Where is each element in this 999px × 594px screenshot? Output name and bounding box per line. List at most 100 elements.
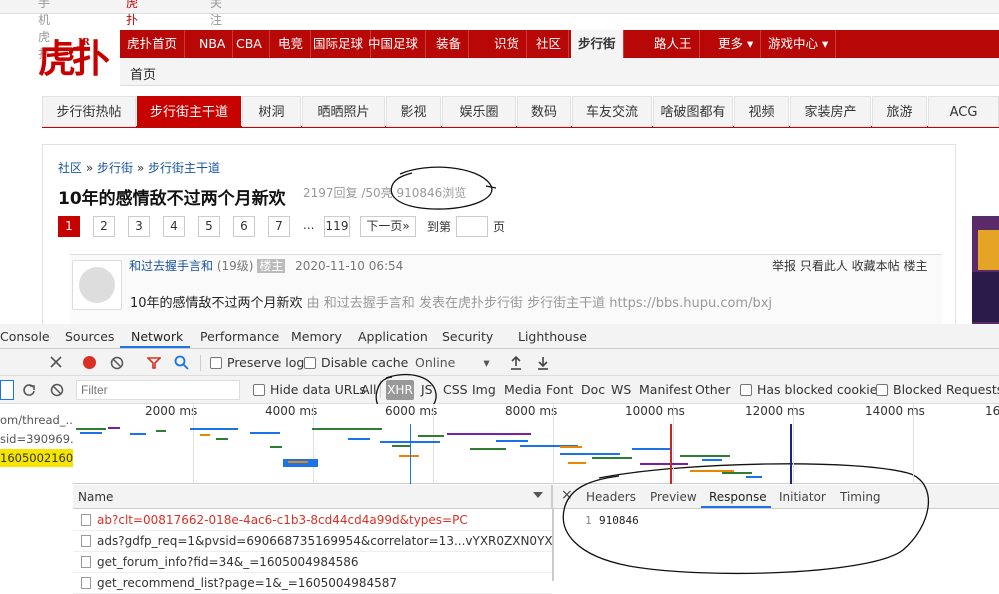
type-media[interactable]: Media: [504, 382, 542, 397]
nav-item[interactable]: 中国足球: [361, 30, 427, 58]
source-item[interactable]: sid=390969...: [0, 430, 73, 448]
tab-9[interactable]: 视频: [734, 96, 789, 127]
waterfall-bar: [418, 435, 444, 437]
request-name: get_forum_info?fid=34&_=1605004984586: [97, 555, 359, 569]
devtools-tab-application[interactable]: Application: [358, 329, 428, 344]
page-3-button[interactable]: 3: [128, 216, 150, 237]
page-4-button[interactable]: 4: [163, 216, 185, 237]
waterfall-bar: [156, 430, 166, 432]
nav-item[interactable]: NBA: [192, 30, 234, 58]
tab-11[interactable]: 旅游: [872, 96, 927, 127]
tab-5[interactable]: 娱乐圈: [442, 96, 516, 127]
request-row[interactable]: get_forum_info?fid=34&_=1605004984586: [73, 552, 552, 573]
sources-search-input[interactable]: [0, 380, 14, 400]
nav-item[interactable]: 步行街: [571, 30, 624, 58]
request-row[interactable]: ab?clt=00817662-018e-4ac6-c1b3-8cd44cd4a…: [73, 510, 552, 531]
devtools-tab-performance[interactable]: Performance: [200, 329, 279, 344]
nav-item[interactable]: 虎扑首页: [120, 30, 186, 58]
tab-10[interactable]: 家装房产: [790, 96, 871, 127]
type-ws[interactable]: WS: [611, 382, 631, 397]
blocked-requests-checkbox[interactable]: Blocked Requests: [876, 382, 999, 397]
tab-2[interactable]: 树洞: [242, 96, 301, 127]
breadcrumb-community[interactable]: 社区: [58, 161, 82, 175]
page-5-button[interactable]: 5: [198, 216, 220, 237]
breadcrumb-main[interactable]: 步行街主干道: [148, 161, 220, 175]
home-link[interactable]: 首页: [130, 64, 156, 83]
avatar[interactable]: [72, 260, 122, 310]
nav-item[interactable]: 识货: [487, 30, 528, 58]
tab-8[interactable]: 啥破图都有: [653, 96, 733, 127]
goto-page-input[interactable]: [456, 216, 488, 237]
breadcrumb-bxj[interactable]: 步行街: [97, 161, 133, 175]
type-font[interactable]: Font: [546, 382, 573, 397]
devtools-tab-lighthouse[interactable]: Lighthouse: [518, 329, 587, 344]
waterfall-bar: [640, 463, 688, 465]
devtools-tab-security[interactable]: Security: [442, 329, 493, 344]
nav-item[interactable]: 更多 ▾: [711, 30, 762, 58]
disable-cache-checkbox[interactable]: Disable cache: [304, 355, 408, 370]
nav-item[interactable]: 路人王: [647, 30, 700, 58]
page-unit-label: 页: [493, 220, 506, 234]
tab-3[interactable]: 晒晒照片: [302, 96, 385, 127]
close-icon[interactable]: [50, 356, 62, 368]
waterfall-bar: [568, 462, 586, 464]
nav-item[interactable]: 社区: [529, 30, 570, 58]
preserve-log-checkbox[interactable]: Preserve log: [210, 355, 304, 370]
search-icon[interactable]: [174, 355, 189, 370]
filter-input[interactable]: [76, 380, 240, 400]
next-page-button[interactable]: 下一页»: [360, 216, 416, 237]
pane-divider[interactable]: [552, 485, 553, 581]
devtools-tab-console[interactable]: Console: [0, 329, 50, 344]
name-column-header[interactable]: Name: [73, 485, 552, 509]
post-actions[interactable]: 举报 只看此人 收藏本帖 楼主: [772, 257, 927, 274]
page-6-button[interactable]: 6: [233, 216, 255, 237]
side-ad-image[interactable]: [972, 216, 999, 324]
page-1-button[interactable]: 1: [58, 216, 80, 237]
tab-12[interactable]: ACG: [928, 96, 999, 127]
type-doc[interactable]: Doc: [581, 382, 605, 397]
refresh-icon[interactable]: [22, 383, 36, 397]
block-icon[interactable]: [50, 383, 64, 397]
filter-icon[interactable]: [147, 356, 161, 370]
nav-item[interactable]: CBA: [229, 30, 270, 58]
record-icon[interactable]: [83, 356, 96, 369]
timeline-gridline: [793, 404, 794, 484]
type-img[interactable]: Img: [472, 382, 496, 397]
source-item[interactable]: om/thread_...: [0, 411, 73, 429]
hupu-logo[interactable]: 虎扑 JR: [38, 30, 110, 88]
type-manifest[interactable]: Manifest: [639, 382, 692, 397]
page-2-button[interactable]: 2: [93, 216, 115, 237]
blocked-cookies-checkbox[interactable]: Has blocked cookies: [740, 382, 884, 397]
author-link[interactable]: 和过去握手言和: [129, 259, 213, 273]
page-last-button[interactable]: 119: [324, 216, 350, 237]
download-icon[interactable]: [536, 355, 550, 371]
request-row[interactable]: get_recommend_list?page=1&_=160500498458…: [73, 573, 552, 594]
waterfall-bar: [200, 434, 210, 436]
logo-sup: JR: [78, 38, 90, 48]
devtools-tab-network[interactable]: Network: [131, 329, 183, 344]
tab-4[interactable]: 影视: [386, 96, 441, 127]
upload-icon[interactable]: [509, 355, 523, 371]
waterfall-bar: [80, 432, 102, 434]
type-css[interactable]: CSS: [443, 382, 468, 397]
clear-icon[interactable]: [110, 356, 124, 370]
page-7-button[interactable]: 7: [268, 216, 290, 237]
waterfall-bar: [399, 455, 419, 457]
waterfall-bar: [496, 440, 528, 442]
tab-1[interactable]: 步行街主干道: [137, 96, 241, 127]
type-other[interactable]: Other: [695, 382, 731, 397]
nav-item[interactable]: 游戏中心 ▾: [761, 30, 837, 58]
tab-0[interactable]: 步行街热帖: [42, 96, 136, 127]
nav-item[interactable]: 装备: [429, 30, 470, 58]
devtools-tab-memory[interactable]: Memory: [291, 329, 342, 344]
throttle-select[interactable]: Online ▾: [415, 355, 490, 370]
devtools-tab-sources[interactable]: Sources: [65, 329, 114, 344]
timeline-ms-label: 14000 ms: [865, 404, 925, 418]
hide-data-urls-checkbox[interactable]: Hide data URLs: [253, 382, 366, 397]
tab-7[interactable]: 车友交流: [572, 96, 652, 127]
tab-6[interactable]: 数码: [517, 96, 571, 127]
disable-cache-label: Disable cache: [321, 355, 409, 370]
source-item[interactable]: 1605002160...: [0, 449, 73, 467]
request-row[interactable]: ads?gdfp_req=1&pvsid=690668735169954&cor…: [73, 531, 552, 552]
nav-item[interactable]: 电竞: [271, 30, 312, 58]
